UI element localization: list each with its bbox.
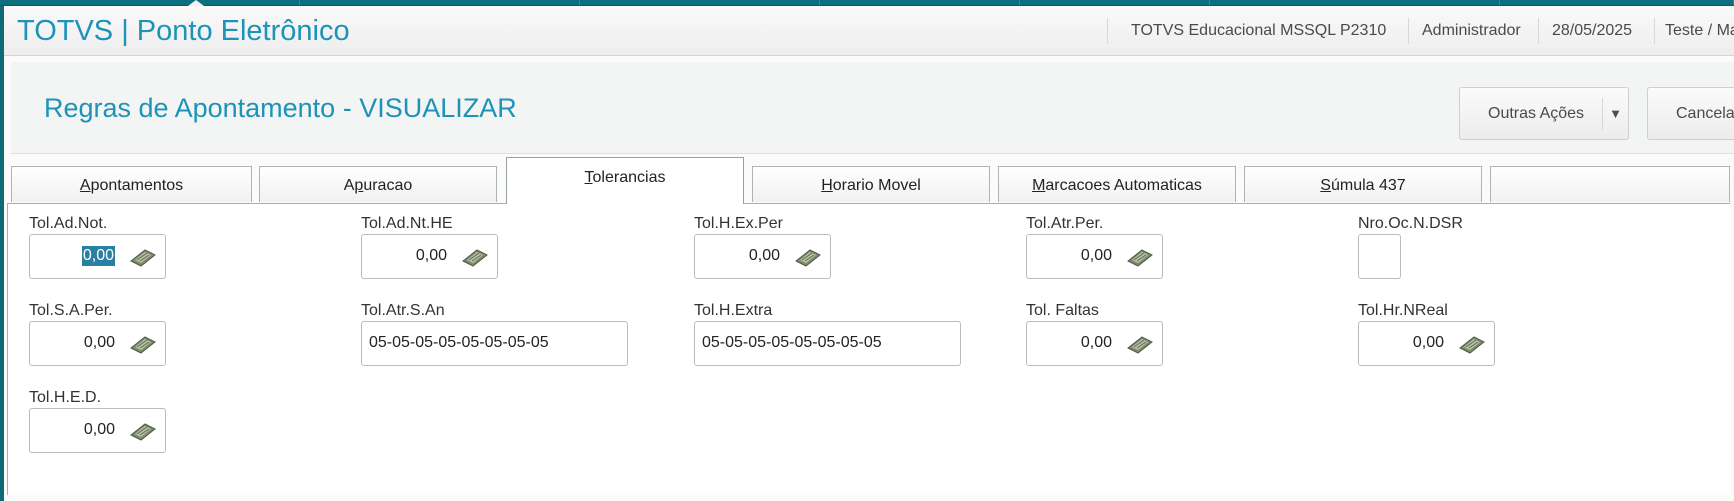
page-title: Regras de Apontamento - VISUALIZAR [44, 93, 517, 123]
tab-apuracao[interactable]: Apuracao [259, 166, 497, 202]
strip-tab[interactable] [1500, 0, 1734, 5]
nro-oc-n-dsr-input[interactable] [1358, 234, 1401, 279]
field-value: 0,00 [83, 334, 115, 351]
other-actions-label: Outras Ações [1488, 105, 1585, 122]
calculator-icon[interactable] [1126, 334, 1154, 354]
calculator-icon[interactable] [129, 247, 157, 267]
other-actions-button[interactable]: Outras Ações ▼ [1459, 87, 1629, 140]
field-label: Tol.Ad.Nt.HE [361, 215, 453, 232]
header-divider [1107, 18, 1108, 44]
field-label: Tol.Atr.Per. [1026, 215, 1104, 232]
header-divider [1408, 18, 1409, 44]
tab-bottom-border [7, 203, 1730, 204]
environment-label: TOTVS Educacional MSSQL P2310 [1131, 22, 1387, 39]
calculator-icon[interactable] [794, 247, 822, 267]
field-value: 0,00 [415, 247, 447, 264]
field-value: 0,00 [83, 421, 115, 438]
date-label[interactable]: 28/05/2025 [1552, 20, 1632, 42]
user-label[interactable]: Administrador [1422, 20, 1521, 42]
header-divider [1654, 18, 1655, 44]
company-label[interactable]: Teste / Ma [1665, 20, 1734, 42]
field-label: Tol.H.Ex.Per [694, 215, 783, 232]
tol-h-ex-per-input[interactable]: 0,00 [694, 234, 831, 279]
tolerancias-panel: Tol.Ad.Not. 0,00 Tol.Ad.Nt.HE 0,00 Tol.H… [7, 204, 1730, 495]
app-title: TOTVS | Ponto Eletrônico [17, 15, 350, 47]
field-value: 0,00 [748, 247, 780, 264]
tol-ad-not-input[interactable]: 0,00 [29, 234, 166, 279]
field-label: Tol.H.Extra [694, 302, 773, 319]
strip-tab[interactable] [1210, 0, 1500, 5]
header-divider [1538, 18, 1539, 44]
app-header: TOTVS | Ponto Eletrônico TOTVS Educacion… [4, 6, 1734, 56]
tol-ad-nt-he-input[interactable]: 0,00 [361, 234, 498, 279]
strip-tab[interactable] [580, 0, 820, 5]
field-value: 0,00 [1080, 334, 1112, 351]
tab-marcacoes-automaticas[interactable]: Marcacoes Automaticas [998, 166, 1236, 202]
cancel-button[interactable]: Cancelar [1647, 87, 1734, 140]
strip-tab[interactable] [1020, 0, 1210, 5]
chevron-down-icon[interactable]: ▼ [1602, 98, 1628, 130]
tol-atr-s-an-input[interactable]: 05-05-05-05-05-05-05-05 [361, 321, 628, 366]
cancel-label: Cancelar [1676, 105, 1734, 122]
tab-sumula-437[interactable]: Súmula 437 [1244, 166, 1482, 202]
tol-faltas-input[interactable]: 0,00 [1026, 321, 1163, 366]
page-header: Regras de Apontamento - VISUALIZAR Outra… [11, 62, 1734, 154]
field-value: 05-05-05-05-05-05-05-05 [702, 334, 882, 351]
strip-tab[interactable] [820, 0, 1020, 5]
field-label: Tol.S.A.Per. [29, 302, 113, 319]
calculator-icon[interactable] [461, 247, 489, 267]
calculator-icon[interactable] [129, 421, 157, 441]
field-label: Nro.Oc.N.DSR [1358, 215, 1463, 232]
field-label: Tol. Faltas [1026, 302, 1099, 319]
tab-bar: Apontamentos Apuracao Tolerancias Horari… [7, 150, 1730, 204]
tab-apontamentos[interactable]: Apontamentos [11, 166, 252, 202]
tab-more[interactable] [1490, 166, 1730, 202]
field-value: 05-05-05-05-05-05-05-05 [369, 334, 549, 351]
tab-tolerancias[interactable]: Tolerancias [506, 157, 744, 204]
field-label: Tol.Ad.Not. [29, 215, 108, 232]
strip-tab[interactable] [300, 0, 580, 5]
tol-s-a-per-input[interactable]: 0,00 [29, 321, 166, 366]
tol-hr-nreal-input[interactable]: 0,00 [1358, 321, 1495, 366]
field-value: 0,00 [81, 246, 115, 266]
field-label: Tol.Atr.S.An [361, 302, 445, 319]
strip-tab[interactable] [0, 0, 300, 5]
tol-atr-per-input[interactable]: 0,00 [1026, 234, 1163, 279]
calculator-icon[interactable] [129, 334, 157, 354]
calculator-icon[interactable] [1126, 247, 1154, 267]
field-value: 0,00 [1412, 334, 1444, 351]
field-value: 0,00 [1080, 247, 1112, 264]
calculator-icon[interactable] [1458, 334, 1486, 354]
field-label: Tol.H.E.D. [29, 389, 102, 406]
tol-h-extra-input[interactable]: 05-05-05-05-05-05-05-05 [694, 321, 961, 366]
tol-h-e-d-input[interactable]: 0,00 [29, 408, 166, 453]
field-label: Tol.Hr.NReal [1358, 302, 1448, 319]
tab-horario-movel[interactable]: Horario Movel [752, 166, 990, 202]
